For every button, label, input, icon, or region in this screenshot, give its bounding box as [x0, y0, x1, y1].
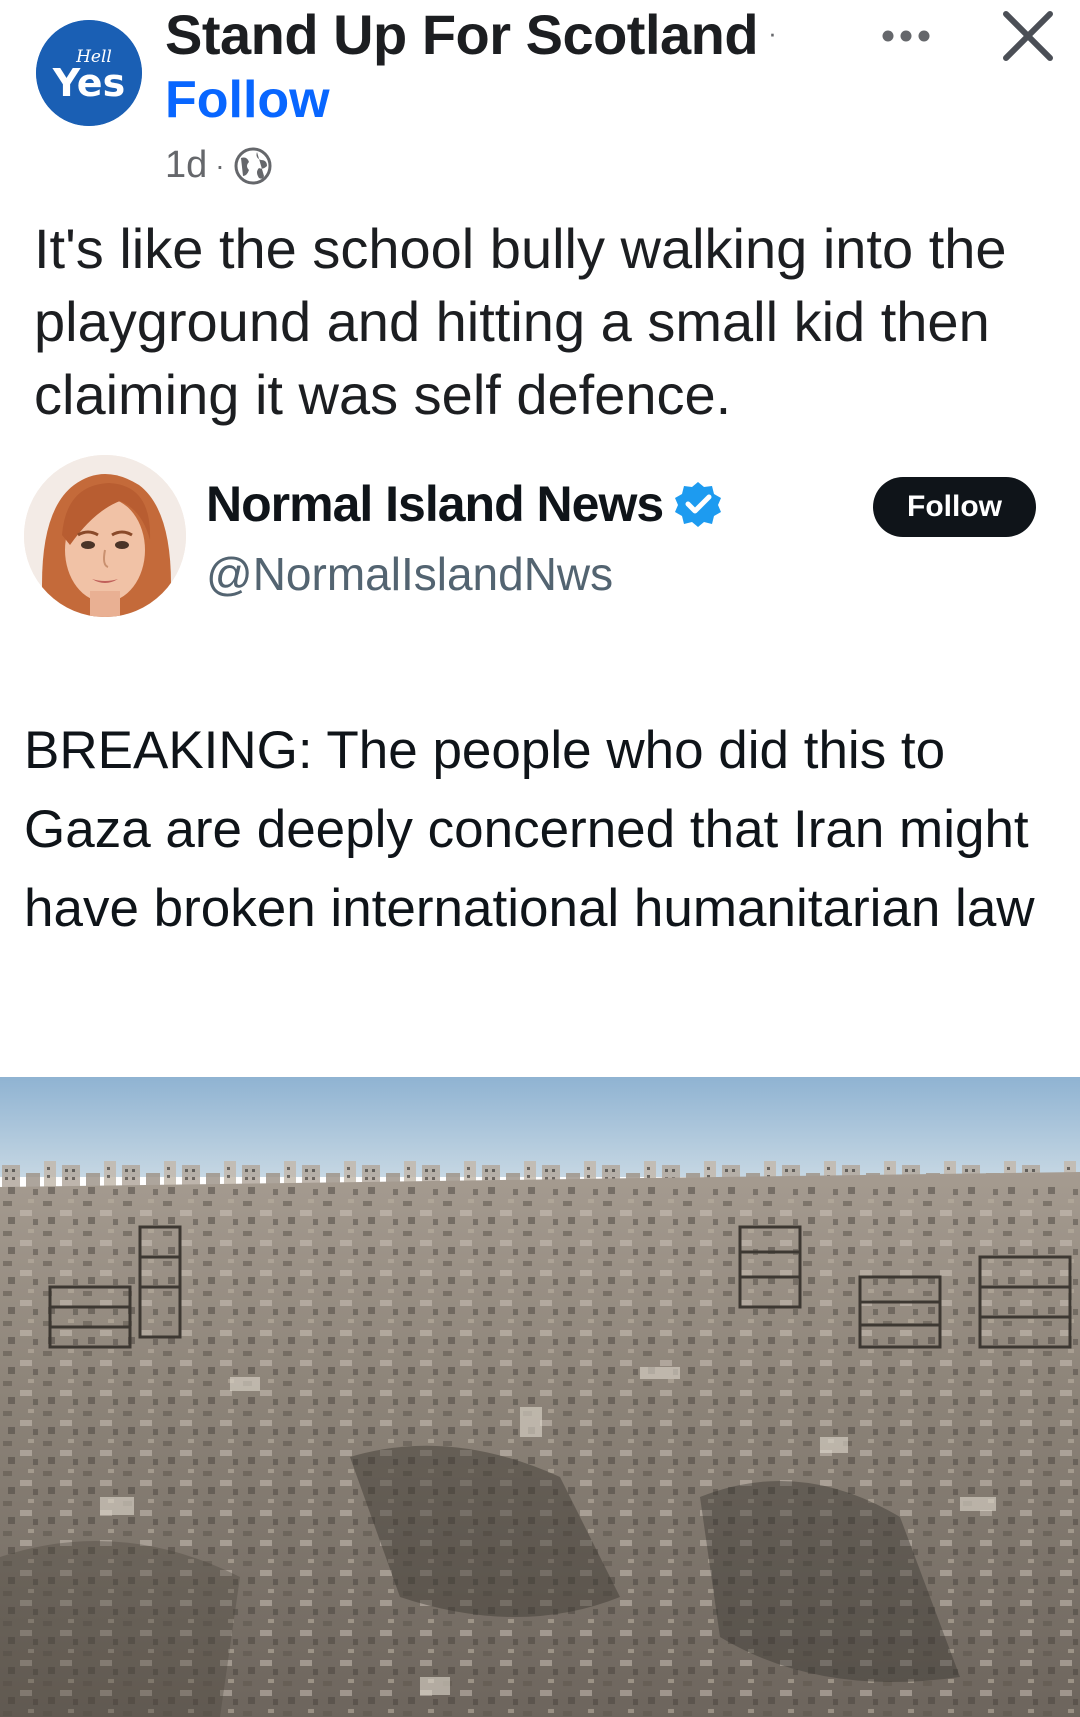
follow-page-link[interactable]: Follow	[165, 70, 330, 130]
tweet-text: BREAKING: The people who did this to Gaz…	[24, 721, 1035, 938]
post-screen: Hell Yes Stand Up For Scotland · Follow …	[0, 0, 1080, 1717]
post-text: It's like the school bully walking into …	[34, 217, 1007, 426]
more-options-button[interactable]	[870, 8, 950, 58]
close-button[interactable]	[996, 4, 1060, 68]
rubble-photo	[0, 1077, 1080, 1717]
post-meta: 1d ·	[165, 144, 273, 187]
verified-badge-icon	[673, 479, 723, 529]
close-icon	[1003, 11, 1053, 61]
tweet-follow-button: Follow	[873, 477, 1036, 537]
post-header: Hell Yes Stand Up For Scotland · Follow …	[0, 0, 1080, 200]
post-time[interactable]: 1d	[165, 144, 207, 187]
more-icon	[882, 30, 930, 42]
tweet-name-row: Normal Island News	[206, 475, 723, 533]
page-name-row: Stand Up For Scotland ·	[165, 2, 777, 67]
page-avatar[interactable]: Hell Yes	[36, 20, 142, 126]
tweet-handle: @NormalIslandNws	[206, 548, 614, 600]
avatar-big-text: Yes	[52, 61, 125, 105]
globe-icon	[233, 146, 273, 186]
tweet-display-name: Normal Island News	[206, 476, 664, 532]
page-name[interactable]: Stand Up For Scotland	[165, 2, 759, 67]
tweet-avatar	[24, 455, 186, 617]
embedded-tweet: Normal Island News @NormalIslandNws Foll…	[0, 455, 1080, 1717]
meta-separator: ·	[215, 149, 225, 181]
name-separator: ·	[768, 18, 777, 48]
